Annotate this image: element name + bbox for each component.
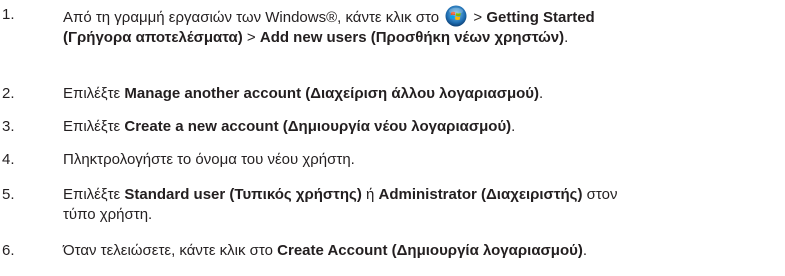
step-text-run: Όταν τελειώσετε, κάντε κλικ στο [63,242,278,259]
step-bold-run: Administrator (Διαχειριστής) [378,186,583,203]
step-text-run: Από τη γραμμή εργασιών των Windows®, κάν… [63,9,444,26]
step-text: Όταν τελειώσετε, κάντε κλικ στο Create A… [63,241,783,261]
step-text: Από τη γραμμή εργασιών των Windows®, κάν… [63,5,783,48]
step-number: 5. [2,186,15,203]
step-number: 3. [2,118,15,135]
step-bold-run: Create a new account (Δημιουργία νέου λο… [124,118,512,135]
step-line: τύπο χρήστη. [63,205,783,225]
step-bold-run: Add new users (Προσθήκη νέων χρηστών) [259,29,565,46]
step-text-run: Επιλέξτε [63,186,125,203]
step-text-run: . [539,85,544,102]
step-text-run: Πληκτρολογήστε το όνομα του νέου χρήστη. [63,151,355,168]
step-bold-run: (Γρήγορα αποτελέσματα) [63,29,243,46]
step-text: Επιλέξτε Standard user (Τυπικός χρήστης)… [63,185,783,225]
step-text-run: . [564,29,569,46]
step-text-run: στον [582,186,618,203]
step-text-run: . [511,118,516,135]
step-line: Επιλέξτε Standard user (Τυπικός χρήστης)… [63,185,783,205]
step-text: Επιλέξτε Manage another account (Διαχείρ… [63,84,783,104]
step-text-run: Επιλέξτε [63,85,125,102]
step-line: (Γρήγορα αποτελέσματα) > Add new users (… [63,28,783,48]
step-bold-run: Manage another account (Διαχείριση άλλου… [124,85,540,102]
step-number: 4. [2,151,15,168]
step-text-run: > [469,9,487,26]
step-number: 1. [2,6,15,23]
step-text: Επιλέξτε Create a new account (Δημιουργί… [63,117,783,137]
step-line: Από τη γραμμή εργασιών των Windows®, κάν… [63,5,783,28]
step-number: 6. [2,242,15,259]
step-text-run: > [242,29,260,46]
step-text-run: Επιλέξτε [63,118,125,135]
step-bold-run: Standard user (Τυπικός χρήστης) [124,186,362,203]
step-text-run: . [582,242,588,259]
step-text-run: τύπο χρήστη. [63,206,153,223]
step-number: 2. [2,85,15,102]
step-bold-run: Create Account (Δημιουργία λογαριασμού) [277,242,583,259]
windows-start-orb-icon [445,5,467,27]
step-text: Πληκτρολογήστε το όνομα του νέου χρήστη. [63,150,783,170]
step-bold-run: Getting Started [486,9,595,26]
step-text-run: ή [361,186,379,203]
